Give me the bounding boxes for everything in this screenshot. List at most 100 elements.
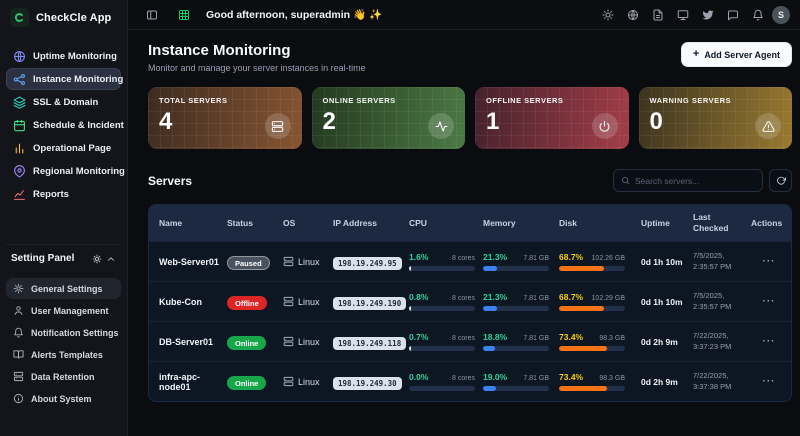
memory-metric: 21.3%7.81 GB <box>483 292 549 311</box>
table-row-kube-con[interactable]: Kube-Con Offline Linux 198.19.249.190 0.… <box>149 281 791 321</box>
sidebar-item-reports[interactable]: Reports <box>6 183 121 205</box>
server-search <box>613 169 763 192</box>
sidebar-settings-nav: General Settings User Management Notific… <box>6 278 121 410</box>
globe-icon[interactable] <box>623 5 643 25</box>
column-header-disk: Disk <box>559 218 641 229</box>
sidebar-item-ssl-domain[interactable]: SSL & Domain <box>6 91 121 113</box>
disk-bar <box>559 266 625 271</box>
map-pin-icon <box>13 165 26 178</box>
grid-icon[interactable] <box>174 5 194 25</box>
table-row-db-server01[interactable]: DB-Server01 Online Linux 198.19.249.118 … <box>149 321 791 361</box>
stat-label: TOTAL SERVERS <box>159 96 291 105</box>
linux-os-icon <box>283 376 294 387</box>
disk-bar <box>559 306 625 311</box>
chat-icon[interactable] <box>723 5 743 25</box>
checkcle-logo-icon <box>10 8 29 27</box>
page-subtitle: Monitor and manage your server instances… <box>148 63 366 73</box>
settings-item-alerts-templates[interactable]: Alerts Templates <box>6 344 121 365</box>
settings-panel-label: Setting Panel <box>11 253 74 264</box>
sun-icon[interactable] <box>598 5 618 25</box>
memory-metric: 21.3%7.81 GB <box>483 252 549 271</box>
globe-icon <box>13 50 26 63</box>
user-avatar[interactable]: S <box>772 6 790 24</box>
cpu-bar <box>409 306 475 311</box>
stat-label: WARNING SERVERS <box>650 96 782 105</box>
disk-metric: 68.7%102.29 GB <box>559 292 625 311</box>
cpu-metric: 1.6%8 cores <box>409 252 475 271</box>
linux-os-icon <box>283 336 294 347</box>
ip-address: 198.19.249.190 <box>333 297 406 310</box>
last-checked: 7/22/2025,3:37:38 PM <box>693 371 751 391</box>
settings-item-about-system[interactable]: About System <box>6 388 121 409</box>
bell-icon[interactable] <box>748 5 768 25</box>
add-server-agent-button[interactable]: + Add Server Agent <box>681 42 792 67</box>
settings-panel-icons <box>92 254 116 264</box>
column-header-cpu: CPU <box>409 218 483 229</box>
sidebar-item-uptime-monitoring[interactable]: Uptime Monitoring <box>6 45 121 67</box>
linux-os-icon <box>283 256 294 267</box>
server-name: DB-Server01 <box>149 337 227 347</box>
settings-item-notification-settings[interactable]: Notification Settings <box>6 322 121 343</box>
bell-icon <box>13 327 24 338</box>
settings-item-data-retention[interactable]: Data Retention <box>6 366 121 387</box>
sidebar-item-instance-monitoring[interactable]: Instance Monitoring <box>6 68 121 90</box>
panel-icon[interactable] <box>142 5 162 25</box>
info-icon <box>13 393 24 404</box>
ip-address: 198.19.249.30 <box>333 377 402 390</box>
file-icon[interactable] <box>648 5 668 25</box>
last-checked: 7/5/2025,2:35:57 PM <box>693 291 751 311</box>
sidebar-nav: Uptime Monitoring Instance Monitoring SS… <box>6 45 121 206</box>
sidebar-item-schedule-incident[interactable]: Schedule & Incident <box>6 114 121 136</box>
disk-metric: 68.7%102.26 GB <box>559 252 625 271</box>
cluster-icon <box>13 73 26 86</box>
table-row-infra-apc-node01[interactable]: infra-apc-node01 Online Linux 198.19.249… <box>149 361 791 401</box>
servers-table: NameStatusOSIP AddressCPUMemoryDiskUptim… <box>148 204 792 402</box>
servers-header: Servers <box>148 169 792 192</box>
row-actions-button[interactable]: ··· <box>763 337 776 347</box>
disk-metric: 73.4%98.3 GB <box>559 332 625 351</box>
gear-icon <box>13 283 24 294</box>
column-header-uptime: Uptime <box>641 218 693 229</box>
status-badge: Online <box>227 376 266 390</box>
column-header-ip-address: IP Address <box>333 218 409 229</box>
column-header-last-checked: Last Checked <box>693 212 751 233</box>
column-header-status: Status <box>227 218 283 229</box>
uptime: 0d 1h 10m <box>641 257 693 267</box>
sidebar-item-regional-monitoring[interactable]: Regional Monitoring <box>6 160 121 182</box>
stat-label: OFFLINE SERVERS <box>486 96 618 105</box>
column-header-os: OS <box>283 218 333 229</box>
disk-bar <box>559 386 625 391</box>
topbar-right-icons <box>598 5 768 25</box>
monitor-icon[interactable] <box>673 5 693 25</box>
app-title: CheckCle App <box>36 12 111 24</box>
table-row-web-server01[interactable]: Web-Server01 Paused Linux 198.19.249.95 … <box>149 241 791 281</box>
row-actions-button[interactable]: ··· <box>763 257 776 267</box>
settings-panel-header[interactable]: Setting Panel <box>6 244 121 270</box>
row-actions-button[interactable]: ··· <box>763 377 776 387</box>
twitter-icon[interactable] <box>698 5 718 25</box>
topbar-left-icons <box>142 5 194 25</box>
topbar: Good afternoon, superadmin 👋 ✨ S <box>128 0 800 30</box>
settings-item-user-management[interactable]: User Management <box>6 300 121 321</box>
uptime: 0d 1h 10m <box>641 297 693 307</box>
database-icon <box>13 371 24 382</box>
settings-item-general-settings[interactable]: General Settings <box>6 278 121 299</box>
search-input[interactable] <box>635 176 755 186</box>
ip-address: 198.19.249.118 <box>333 337 406 350</box>
server-name: Kube-Con <box>149 297 227 307</box>
sidebar-item-operational-page[interactable]: Operational Page <box>6 137 121 159</box>
column-header-actions: Actions <box>751 218 791 229</box>
memory-metric: 19.0%7.81 GB <box>483 372 549 391</box>
status-badge: Paused <box>227 256 270 270</box>
row-actions-button[interactable]: ··· <box>763 297 776 307</box>
refresh-button[interactable] <box>769 169 792 192</box>
gear-icon <box>92 254 102 264</box>
memory-bar <box>483 266 549 271</box>
memory-bar <box>483 346 549 351</box>
server-name: Web-Server01 <box>149 257 227 267</box>
memory-bar <box>483 386 549 391</box>
cpu-bar <box>409 386 475 391</box>
memory-bar <box>483 306 549 311</box>
cpu-metric: 0.8%8 cores <box>409 292 475 311</box>
status-badge: Online <box>227 336 266 350</box>
